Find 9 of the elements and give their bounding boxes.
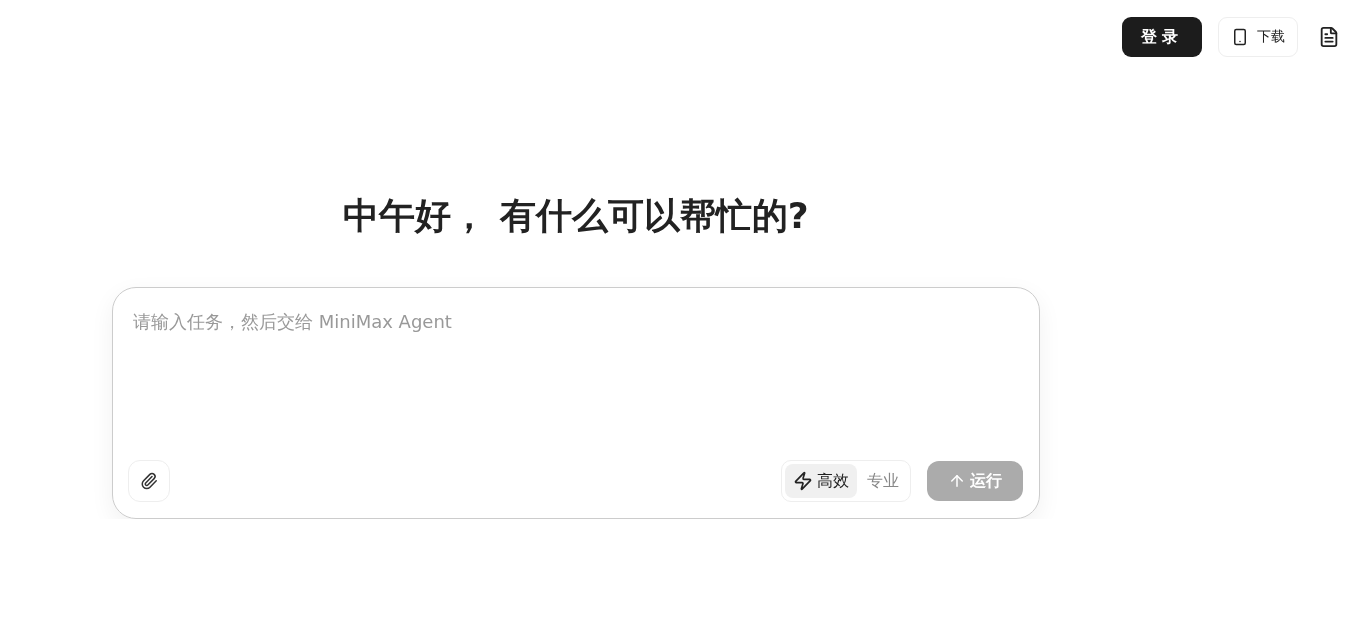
lightning-icon: [793, 471, 813, 491]
mode-tab[interactable]: 高效: [785, 464, 857, 498]
download-button[interactable]: 下载: [1218, 17, 1298, 57]
login-button[interactable]: 登录: [1122, 17, 1202, 57]
attach-button[interactable]: [128, 460, 170, 502]
mode-tab[interactable]: 专业: [859, 464, 907, 498]
phone-icon: [1231, 28, 1249, 46]
paperclip-icon: [140, 472, 158, 490]
greeting-heading: 中午好， 有什么可以帮忙的?: [343, 194, 809, 238]
